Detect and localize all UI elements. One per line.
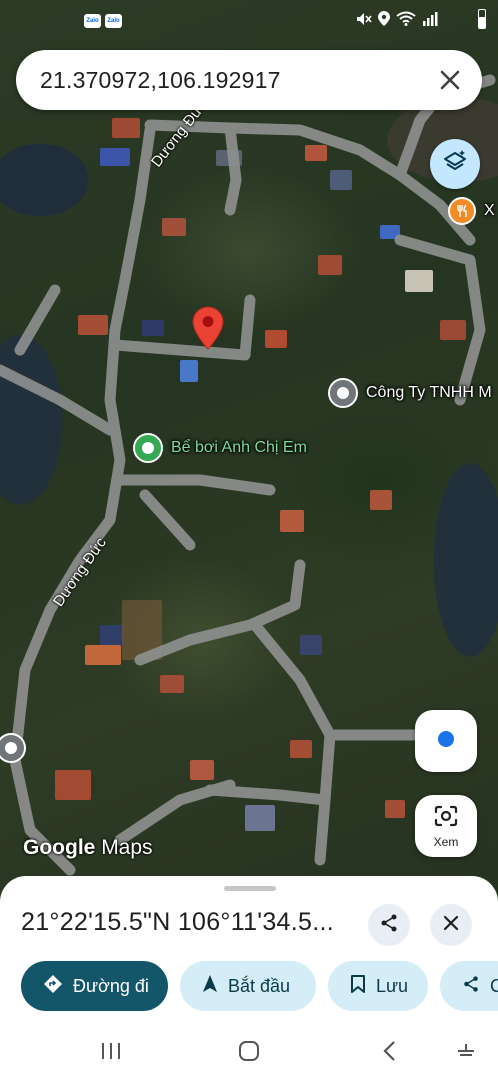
home-icon[interactable] bbox=[238, 1040, 260, 1067]
share-icon bbox=[379, 913, 399, 938]
navigation-arrow-icon bbox=[202, 974, 218, 999]
map-layers-button[interactable] bbox=[430, 139, 480, 189]
directions-button[interactable]: Đường đi bbox=[21, 961, 168, 1011]
place-marker-icon bbox=[0, 733, 26, 763]
mute-icon bbox=[356, 12, 372, 29]
search-bar[interactable]: 21.370972,106.192917 bbox=[16, 50, 482, 110]
drag-handle[interactable] bbox=[224, 886, 276, 891]
poi-company[interactable]: Công Ty TNHH M bbox=[328, 378, 492, 408]
poi-label: Bể bơi Anh Chị Em bbox=[171, 439, 307, 456]
zalo-notification-icon: Zalo bbox=[105, 14, 122, 28]
poi-left-edge[interactable] bbox=[0, 733, 26, 763]
share-icon bbox=[462, 975, 480, 998]
directions-icon bbox=[43, 974, 63, 999]
directions-label: Đường đi bbox=[73, 975, 149, 996]
close-icon bbox=[442, 914, 460, 937]
share-chip-label: C bbox=[490, 975, 498, 996]
location-icon bbox=[378, 11, 390, 29]
action-chips: Đường đi Bắt đầu Lưu C bbox=[21, 961, 498, 1011]
save-button[interactable]: Lưu bbox=[328, 961, 428, 1011]
battery-icon bbox=[478, 9, 486, 29]
lens-icon bbox=[415, 795, 477, 833]
signal-icon bbox=[422, 11, 438, 29]
bookmark-icon bbox=[350, 974, 366, 999]
poi-restaurant[interactable]: X bbox=[448, 197, 495, 225]
share-chip-button[interactable]: C bbox=[440, 961, 498, 1011]
poi-label: X bbox=[484, 202, 495, 219]
poi-label: Công Ty TNHH M bbox=[366, 384, 492, 401]
lens-label: Xem bbox=[433, 835, 459, 849]
lens-view-button[interactable]: Xem bbox=[415, 795, 477, 857]
dropped-pin-icon[interactable] bbox=[192, 306, 224, 350]
google-maps-logo: Google Maps bbox=[23, 836, 153, 860]
logo-maps: Maps bbox=[101, 836, 153, 859]
search-input[interactable]: 21.370972,106.192917 bbox=[40, 67, 281, 94]
share-button[interactable] bbox=[368, 904, 410, 946]
coordinates-title: 21°22'15.5"N 106°11'34.5... bbox=[21, 908, 334, 936]
start-label: Bắt đầu bbox=[228, 975, 291, 996]
zalo-notification-icon: Zalo bbox=[84, 14, 101, 28]
back-icon[interactable] bbox=[380, 1040, 400, 1067]
restaurant-icon bbox=[448, 197, 476, 225]
recent-apps-icon[interactable] bbox=[100, 1040, 122, 1067]
poi-swimming-pool[interactable]: Bể bơi Anh Chị Em bbox=[133, 433, 307, 463]
wifi-icon bbox=[396, 11, 416, 29]
save-label: Lưu bbox=[376, 975, 409, 996]
keyboard-hide-icon[interactable] bbox=[456, 1042, 476, 1065]
layers-icon bbox=[442, 149, 468, 180]
close-icon[interactable] bbox=[434, 64, 466, 96]
close-sheet-button[interactable] bbox=[430, 904, 472, 946]
logo-google: Google bbox=[23, 836, 96, 859]
system-navigation-bar bbox=[0, 1028, 498, 1080]
my-location-button[interactable] bbox=[415, 710, 477, 772]
place-marker-icon bbox=[133, 433, 163, 463]
status-bar: Zalo Zalo bbox=[0, 0, 498, 44]
place-marker-icon bbox=[328, 378, 358, 408]
start-button[interactable]: Bắt đầu bbox=[180, 961, 316, 1011]
my-location-icon bbox=[435, 728, 457, 755]
